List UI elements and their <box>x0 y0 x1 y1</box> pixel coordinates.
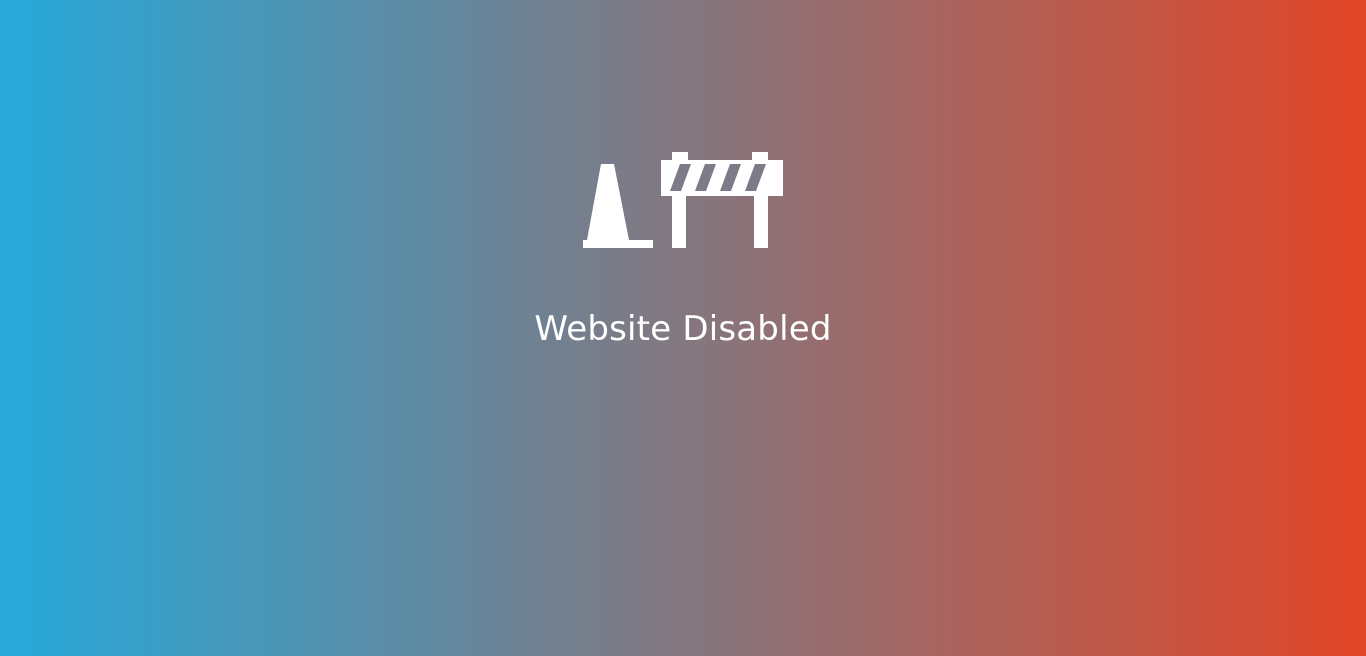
disabled-message: Website Disabled <box>534 309 832 349</box>
construction-barrier-icon <box>583 152 783 250</box>
content: Website Disabled <box>0 0 1366 656</box>
disabled-page: Website Disabled <box>0 0 1366 656</box>
